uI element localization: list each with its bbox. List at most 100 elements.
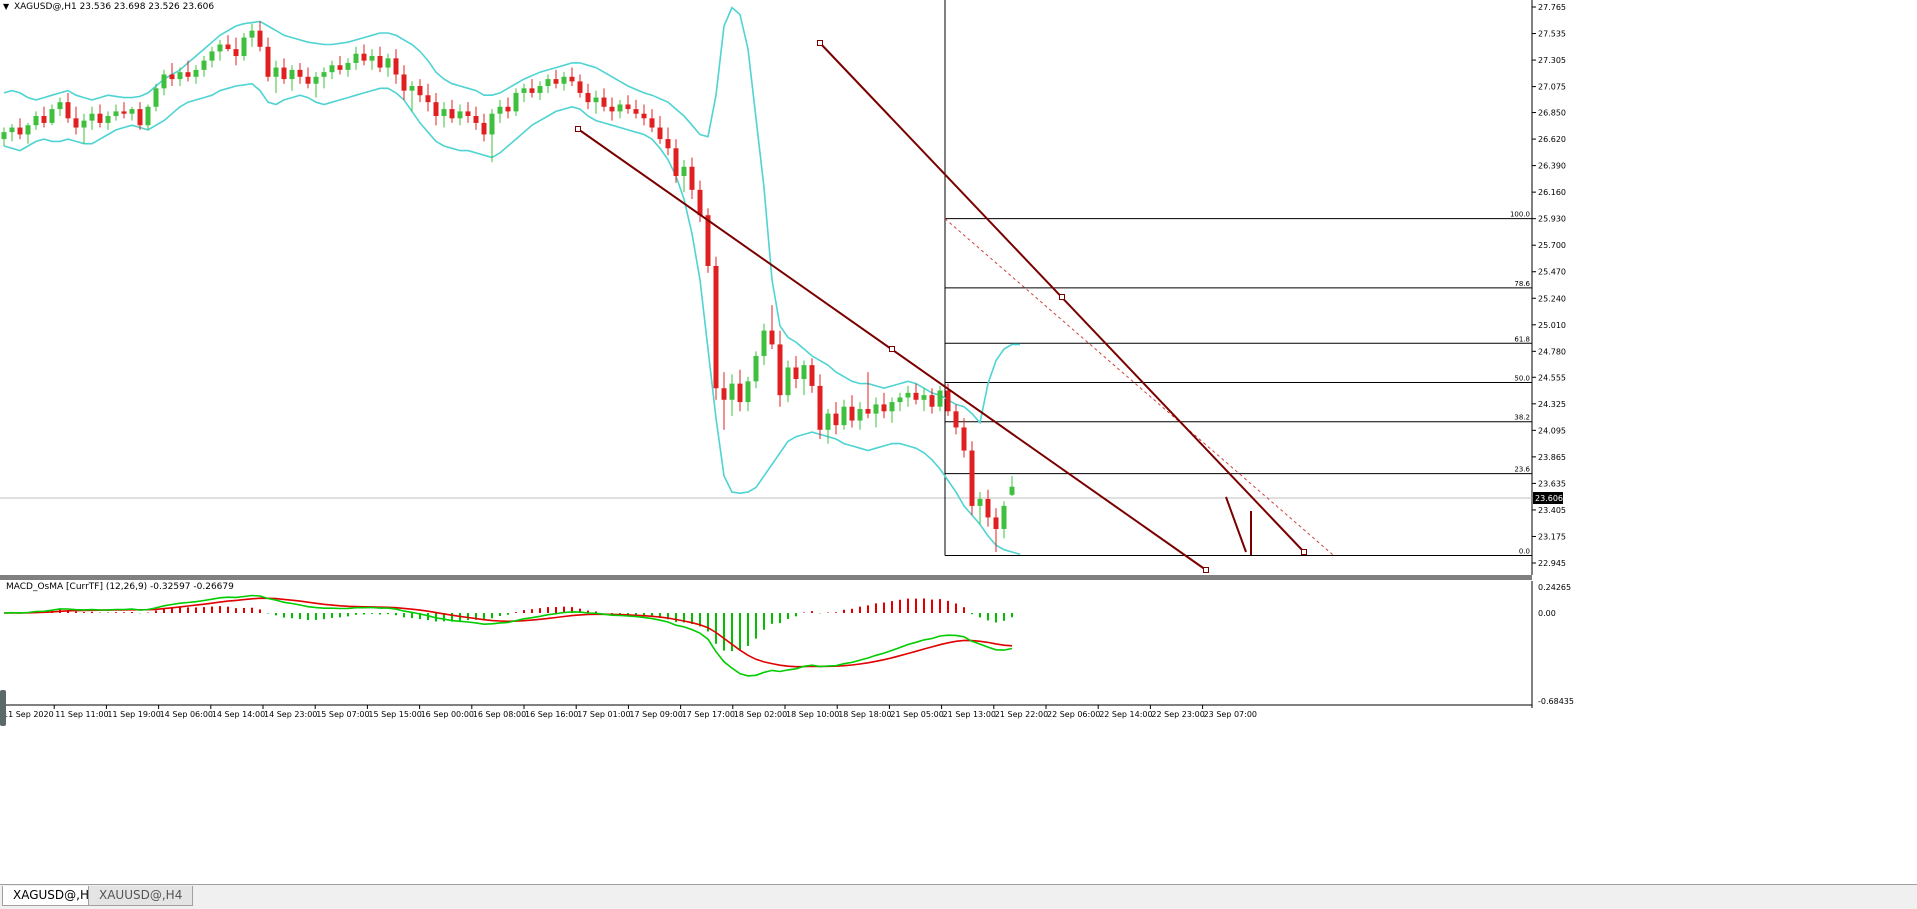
x-tick-label: 11 Sep 2020 [3, 710, 54, 719]
y-tick-label: 26.620 [1538, 135, 1566, 144]
bull-candle [129, 109, 135, 114]
bear-candle [641, 113, 647, 119]
trendline-handle [1059, 294, 1065, 300]
bull-candle [617, 104, 623, 112]
bear-candle [281, 67, 287, 80]
bull-candle [81, 120, 87, 128]
fib-level-label: 0.0 [1519, 548, 1530, 556]
y-tick-label: 22.945 [1538, 559, 1566, 568]
projection-line [1225, 496, 1247, 553]
x-tick-label: 18 Sep 10:00 [786, 710, 839, 719]
bull-candle [217, 44, 223, 52]
x-tick-label: 22 Sep 23:00 [1151, 710, 1204, 719]
bull-candle [289, 69, 295, 80]
y-tick-label: 25.470 [1538, 268, 1566, 277]
bull-candle [921, 395, 927, 400]
x-tick-label: 14 Sep 23:00 [264, 710, 317, 719]
bull-candle [937, 390, 943, 407]
bear-candle [793, 367, 799, 380]
x-tick-label: 23 Sep 07:00 [1204, 710, 1257, 719]
bull-candle [201, 60, 207, 70]
bear-candle [233, 49, 239, 57]
chart-svg: 100.0 78.6 61.8 50.0 38.2 23.6 0.0 27.765 27.53… [0, 0, 1574, 719]
bull-candle [681, 166, 687, 176]
trendlines[interactable] [575, 40, 1307, 573]
bear-candle [625, 104, 631, 110]
bear-candle [481, 122, 487, 135]
bear-candle [297, 69, 303, 77]
chart-header: XAGUSD@,H1 23.536 23.698 23.526 23.606 [14, 2, 214, 12]
y-tick-label: 23.635 [1538, 479, 1566, 488]
bull-candle [113, 111, 119, 117]
y-tick-label: 26.850 [1538, 109, 1566, 118]
price-axis: 27.765 27.535 27.305 27.075 26.850 26.620 26.3… [1532, 3, 1566, 568]
macd-osma-indicator [3, 594, 1013, 677]
bear-candle [225, 44, 231, 50]
bull-candle [457, 111, 463, 119]
bear-candle [65, 102, 71, 119]
indicator-title: MACD_OsMA [CurrTF] (12,26,9) -0.32597 -0… [6, 582, 234, 592]
x-tick-label: 14 Sep 06:00 [160, 710, 213, 719]
x-tick-label: 16 Sep 16:00 [525, 710, 578, 719]
x-tick-label: 11 Sep 19:00 [107, 710, 160, 719]
osc-scale-zero: 0.00 [1538, 609, 1556, 618]
bear-candle [465, 111, 471, 117]
bull-candle [977, 498, 983, 506]
bear-candle [945, 390, 951, 412]
y-tick-label: 26.160 [1538, 188, 1566, 197]
bull-candle [345, 62, 351, 70]
bull-candle [105, 116, 111, 123]
bear-candle [849, 406, 855, 421]
osc-scale-top: 0.24265 [1538, 583, 1571, 592]
bull-candle [89, 113, 95, 121]
bull-candle [1, 132, 7, 140]
bull-candle [161, 74, 167, 89]
collapse-arrow-icon[interactable]: ▼ [3, 2, 10, 11]
resize-grip[interactable] [0, 690, 6, 726]
bull-candle [729, 383, 735, 400]
x-tick-label: 14 Sep 14:00 [212, 710, 265, 719]
bear-candle [361, 53, 367, 61]
trendline-handle [889, 346, 895, 352]
bear-candle [449, 109, 455, 119]
bear-candle [633, 109, 639, 114]
bear-candle [569, 76, 575, 82]
bear-candle [881, 404, 887, 412]
bear-candle [777, 344, 783, 396]
bear-candle [721, 388, 727, 400]
x-tick-label: 21 Sep 13:00 [943, 710, 996, 719]
bollinger-lower-band [3, 82, 1021, 556]
current-price-label: 23.606 [1535, 494, 1563, 503]
bull-candle [313, 76, 319, 84]
bear-candle [425, 95, 431, 103]
bear-candle [833, 413, 839, 426]
bull-candle [193, 69, 199, 77]
trendline-handle [575, 126, 581, 132]
x-tick-label: 22 Sep 06:00 [1047, 710, 1100, 719]
bull-candle [841, 406, 847, 426]
fibonacci-retracement[interactable]: 100.0 78.6 61.8 50.0 38.2 23.6 0.0 [944, 0, 1532, 558]
x-tick-label: 17 Sep 01:00 [577, 710, 630, 719]
trendline-handle [1301, 549, 1307, 555]
bear-candle [953, 411, 959, 428]
bull-candle [825, 413, 831, 430]
bull-candle [785, 367, 791, 396]
bear-candle [137, 109, 143, 126]
pane-separator[interactable] [0, 575, 1532, 580]
y-tick-label: 27.535 [1538, 30, 1566, 39]
bear-candle [401, 74, 407, 91]
y-tick-label: 27.305 [1538, 56, 1566, 65]
y-tick-label: 24.780 [1538, 347, 1566, 356]
bear-candle [649, 118, 655, 128]
bear-candle [97, 113, 103, 123]
tab-xauusd-h4[interactable]: XAUUSD@,H4 [88, 886, 194, 906]
bull-candle [745, 381, 751, 403]
bull-candle [537, 86, 543, 93]
bull-candle [905, 392, 911, 398]
bear-candle [689, 166, 695, 190]
bear-candle [417, 86, 423, 96]
bull-candle [209, 51, 215, 61]
bear-candle [41, 116, 47, 123]
bull-candle [241, 37, 247, 57]
bear-candle [185, 72, 191, 77]
